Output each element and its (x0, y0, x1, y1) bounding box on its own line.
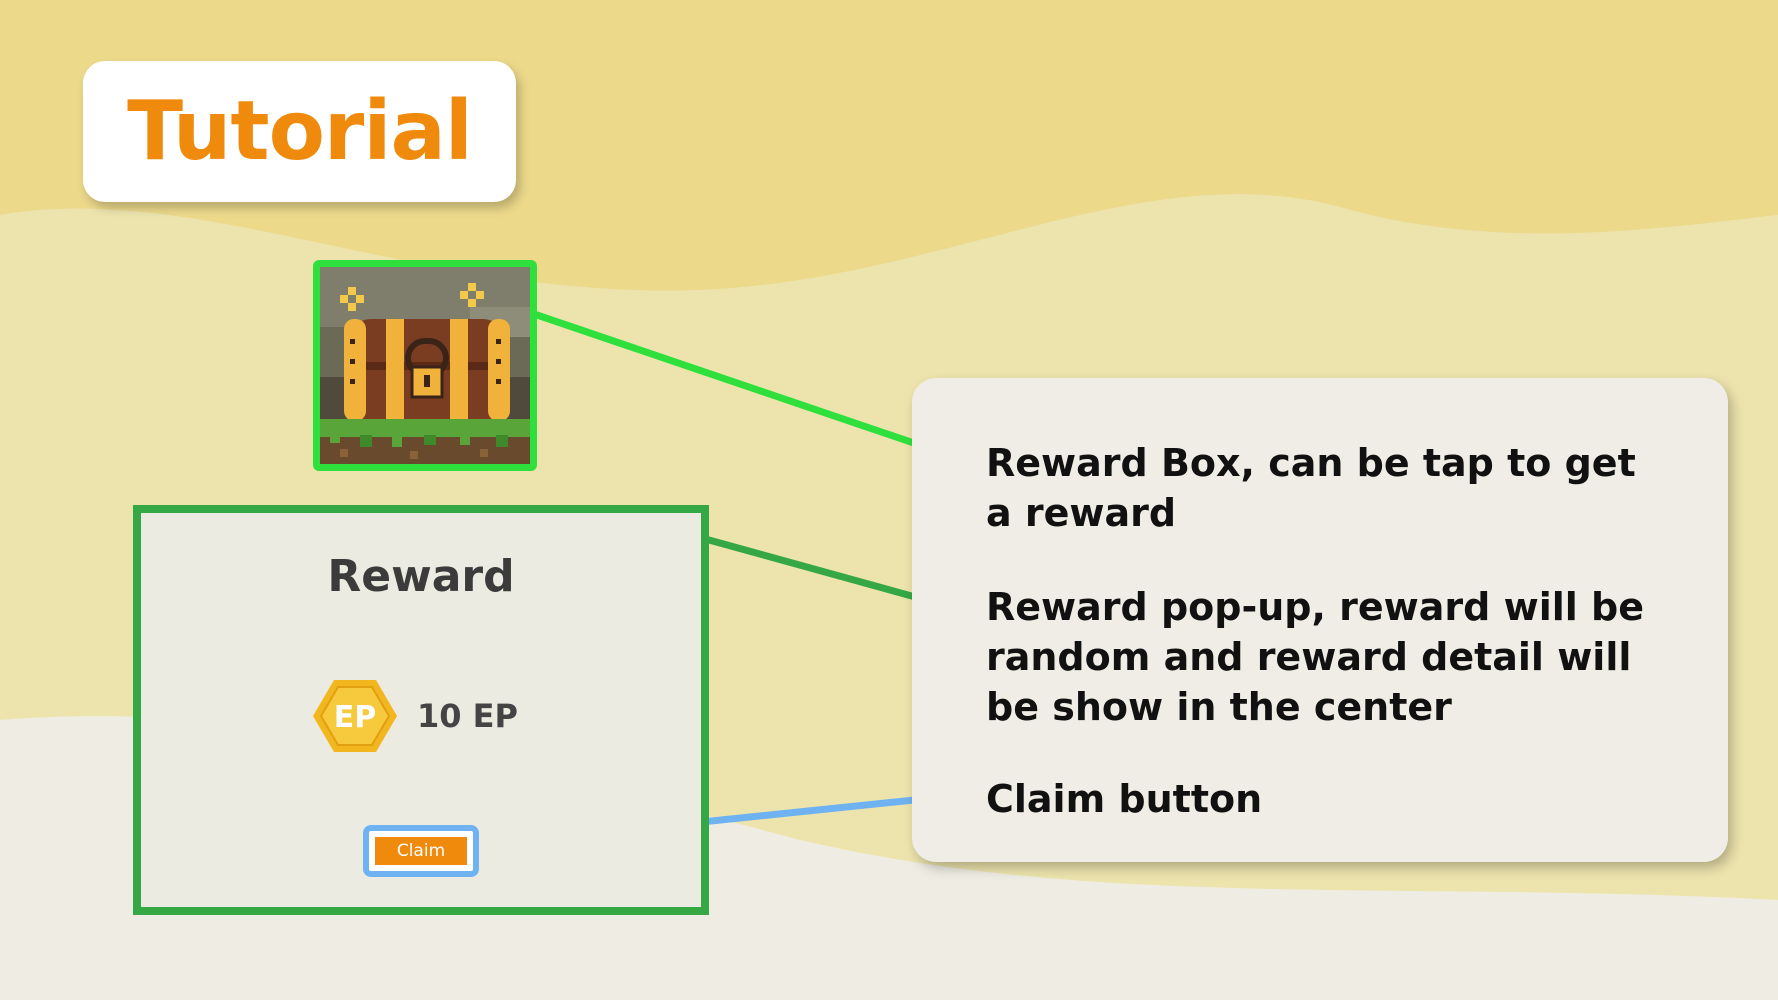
ep-badge-icon: EP (313, 680, 397, 752)
page-title: Tutorial (127, 84, 473, 179)
claim-highlight[interactable]: Claim (363, 825, 479, 877)
note-reward-popup: Reward pop-up, reward will be random and… (986, 585, 1644, 729)
info-panel: Reward Box, can be tap to get a reward R… (912, 378, 1728, 862)
popup-title: Reward (327, 551, 515, 602)
reward-detail: EP 10 EP (313, 678, 518, 754)
ep-badge-label: EP (334, 700, 376, 735)
reward-box[interactable] (313, 260, 537, 471)
note-claim-button: Claim button (986, 777, 1263, 821)
title-card: Tutorial (83, 61, 516, 202)
reward-amount: 10 EP (417, 697, 518, 735)
treasure-chest-icon (320, 267, 530, 464)
claim-button[interactable]: Claim (375, 837, 467, 865)
note-reward-box: Reward Box, can be tap to get a reward (986, 441, 1636, 535)
